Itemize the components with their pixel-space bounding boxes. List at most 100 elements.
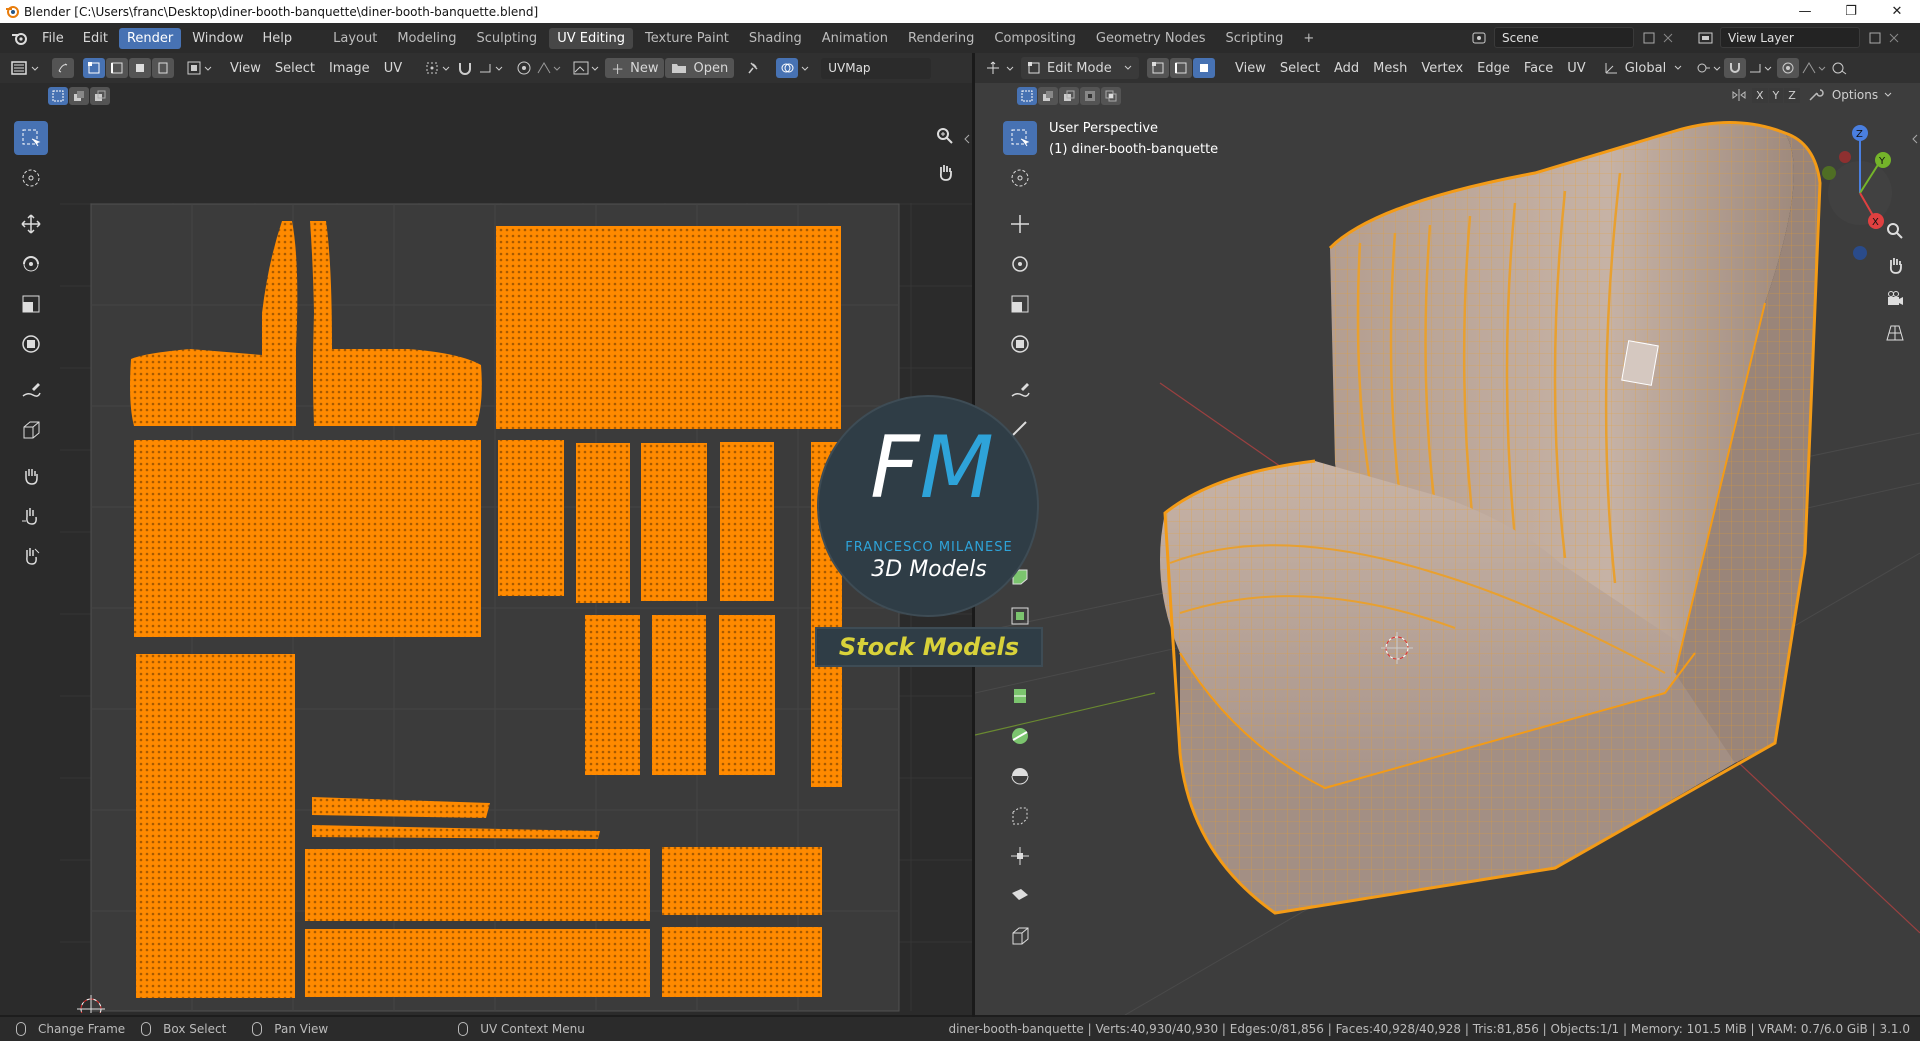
select-new-icon[interactable]: [48, 87, 68, 105]
uv-sync-icon[interactable]: [52, 58, 74, 78]
vp-menu-mesh[interactable]: Mesh: [1366, 61, 1414, 76]
vp-select-extend-icon[interactable]: [1038, 87, 1058, 105]
uv-overlays-icon[interactable]: [776, 58, 799, 78]
vp-sidebar-toggle-icon[interactable]: [1910, 133, 1920, 145]
vp-shrink-tool[interactable]: [1003, 879, 1037, 913]
mode-dropdown[interactable]: Edit Mode: [1021, 57, 1139, 79]
new-scene-icon[interactable]: [1640, 30, 1660, 46]
overlays-dropdown-icon[interactable]: [799, 59, 813, 77]
options-dropdown[interactable]: Options: [1832, 88, 1896, 102]
edge-mode-icon[interactable]: [1170, 58, 1192, 78]
uvmap-field[interactable]: UVMap: [821, 57, 932, 79]
face-mode-icon[interactable]: [1193, 58, 1215, 78]
open-image-button[interactable]: Open: [665, 58, 735, 78]
vp-scale-tool[interactable]: [1003, 287, 1037, 321]
image-browse-icon[interactable]: [571, 59, 603, 77]
vp-select-box-tool[interactable]: [1003, 121, 1037, 155]
vp-menu-select[interactable]: Select: [1273, 61, 1327, 76]
camera-view-icon[interactable]: [1880, 284, 1910, 314]
sticky-select-icon[interactable]: [185, 59, 215, 77]
vp-move-tool[interactable]: [1003, 207, 1037, 241]
select-extend-icon[interactable]: [69, 87, 89, 105]
snap-toggle-icon[interactable]: [1724, 58, 1747, 78]
menu-file[interactable]: File: [34, 28, 72, 49]
snap-icon[interactable]: [455, 59, 477, 77]
zoom-view-icon[interactable]: [930, 121, 960, 151]
menu-render[interactable]: Render: [118, 27, 182, 49]
snap-target-icon[interactable]: [477, 59, 507, 77]
vp-menu-uv[interactable]: UV: [1560, 61, 1592, 76]
new-image-button[interactable]: ＋ New: [605, 58, 665, 78]
view-layer-field[interactable]: View Layer: [1720, 27, 1860, 48]
tab-compositing[interactable]: Compositing: [986, 28, 1084, 49]
tab-scripting[interactable]: Scripting: [1218, 28, 1292, 49]
vp-edge-slide-tool[interactable]: [1003, 839, 1037, 873]
blender-menu-icon[interactable]: [10, 30, 30, 46]
vp-menu-edge[interactable]: Edge: [1470, 61, 1517, 76]
scene-field[interactable]: Scene: [1494, 27, 1634, 48]
restore-button[interactable]: ❐: [1828, 0, 1874, 23]
pivot-icon[interactable]: [1694, 59, 1724, 77]
tab-texture-paint[interactable]: Texture Paint: [637, 28, 737, 49]
uv-menu-image[interactable]: Image: [322, 61, 377, 76]
tab-shading[interactable]: Shading: [741, 28, 810, 49]
editor-type-icon[interactable]: [8, 59, 42, 77]
vp-cursor-tool[interactable]: [1003, 161, 1037, 195]
mirror-y-button[interactable]: Y: [1768, 87, 1784, 103]
pivot-point-icon[interactable]: [423, 59, 455, 77]
tab-rendering[interactable]: Rendering: [900, 28, 982, 49]
vp-select-intersect-icon[interactable]: [1101, 87, 1121, 105]
viewport-editor-type-icon[interactable]: [983, 59, 1017, 77]
wrench-icon[interactable]: [1806, 87, 1826, 103]
tab-layout[interactable]: Layout: [325, 28, 385, 49]
select-subtract-icon[interactable]: [90, 87, 110, 105]
menu-edit[interactable]: Edit: [75, 28, 116, 49]
close-button[interactable]: ✕: [1874, 0, 1920, 23]
vp-pan-icon[interactable]: [1880, 250, 1910, 280]
vp-transform-tool[interactable]: [1003, 327, 1037, 361]
vp-loop-cut-tool[interactable]: [1003, 679, 1037, 713]
vertex-mode-icon[interactable]: [1147, 58, 1169, 78]
uv-menu-view[interactable]: View: [223, 61, 268, 76]
vp-menu-face[interactable]: Face: [1517, 61, 1560, 76]
vp-select-invert-icon[interactable]: [1080, 87, 1100, 105]
perspective-toggle-icon[interactable]: [1880, 318, 1910, 348]
falloff-icon[interactable]: [535, 59, 565, 77]
tab-modeling[interactable]: Modeling: [389, 28, 464, 49]
island-select-icon[interactable]: [152, 58, 174, 78]
vp-spin-tool[interactable]: [1003, 759, 1037, 793]
add-workspace-button[interactable]: +: [1295, 28, 1322, 49]
vp-rotate-tool[interactable]: [1003, 247, 1037, 281]
vp-menu-view[interactable]: View: [1228, 61, 1273, 76]
menu-help[interactable]: Help: [255, 28, 301, 49]
vp-rip-tool[interactable]: [1003, 919, 1037, 953]
minimize-button[interactable]: —: [1782, 0, 1828, 23]
edge-select-icon[interactable]: [106, 58, 128, 78]
vp-zoom-icon[interactable]: [1880, 216, 1910, 246]
proportional-icon[interactable]: [1777, 58, 1800, 78]
tab-geometry-nodes[interactable]: Geometry Nodes: [1088, 28, 1214, 49]
vp-select-subtract-icon[interactable]: [1059, 87, 1079, 105]
tab-uv-editing[interactable]: UV Editing: [549, 27, 634, 49]
new-view-layer-icon[interactable]: [1866, 30, 1886, 46]
mirror-z-button[interactable]: Z: [1784, 87, 1800, 103]
vp-smooth-tool[interactable]: [1003, 799, 1037, 833]
proportional-falloff-icon[interactable]: [1800, 59, 1830, 77]
vp-menu-add[interactable]: Add: [1327, 61, 1366, 76]
uv-menu-uv[interactable]: UV: [377, 61, 409, 76]
mirror-x-button[interactable]: X: [1752, 87, 1768, 103]
tab-animation[interactable]: Animation: [814, 28, 896, 49]
vp-select-new-icon[interactable]: [1017, 87, 1037, 105]
face-select-icon[interactable]: [129, 58, 151, 78]
vp-menu-vertex[interactable]: Vertex: [1414, 61, 1470, 76]
pin-icon[interactable]: [740, 59, 766, 77]
menu-window[interactable]: Window: [184, 28, 251, 49]
viewport-canvas[interactable]: Z Y X: [975, 53, 1920, 1015]
snap-element-icon[interactable]: [1747, 59, 1777, 77]
pan-view-icon[interactable]: [930, 157, 960, 187]
viewport-more-icon[interactable]: [1830, 59, 1850, 77]
proportional-edit-icon[interactable]: [513, 59, 535, 77]
tab-sculpting[interactable]: Sculpting: [468, 28, 545, 49]
transform-orientation-dropdown[interactable]: Global: [1603, 60, 1686, 76]
remove-view-layer-icon[interactable]: [1886, 30, 1902, 46]
